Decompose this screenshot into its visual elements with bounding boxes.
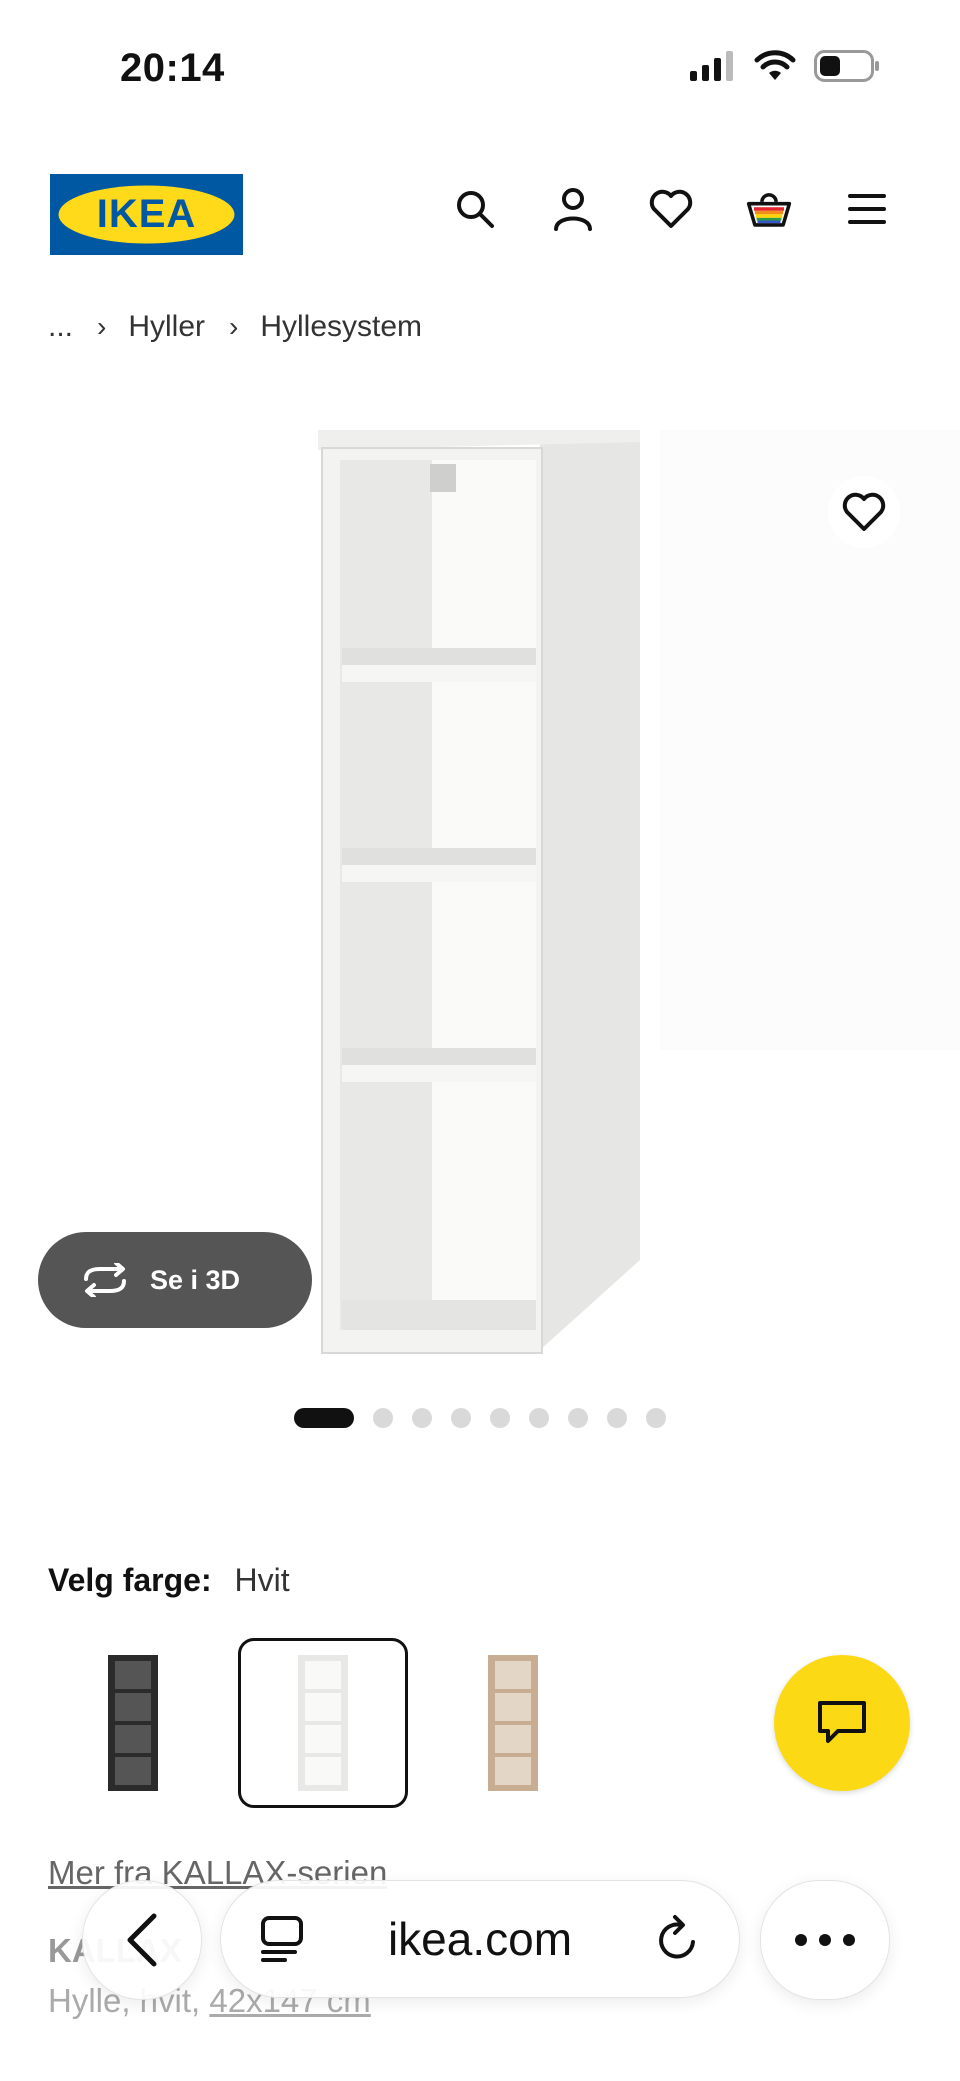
- header-nav: [452, 186, 890, 232]
- swatch-white[interactable]: [238, 1638, 408, 1808]
- pagination-dot-active[interactable]: [294, 1408, 354, 1428]
- add-to-favourites-button[interactable]: [828, 476, 900, 548]
- gallery-pagination: [294, 1408, 666, 1428]
- heart-icon[interactable]: [648, 186, 694, 232]
- chat-bubble-icon: [818, 1701, 866, 1743]
- swatch-white-stained-oak[interactable]: [428, 1638, 598, 1808]
- cellular-signal-icon: [690, 51, 733, 81]
- product-image: [318, 430, 960, 1354]
- back-button[interactable]: [82, 1880, 202, 2000]
- chevron-right-icon: ›: [97, 311, 107, 342]
- breadcrumb-ellipsis[interactable]: ...: [48, 310, 73, 344]
- product-image-gallery[interactable]: [0, 420, 960, 1370]
- tabs-overview-icon[interactable]: [259, 1914, 305, 1964]
- pagination-dot[interactable]: [451, 1408, 471, 1428]
- color-chooser-label: Velg farge: Hvit: [48, 1562, 290, 1599]
- pagination-dot[interactable]: [607, 1408, 627, 1428]
- rotate-3d-icon: [84, 1263, 126, 1297]
- logo-text: IKEA: [97, 192, 197, 236]
- color-label: Velg farge:: [48, 1562, 212, 1598]
- basket-icon[interactable]: [746, 186, 792, 232]
- ellipsis-icon: [795, 1934, 855, 1946]
- search-icon[interactable]: [452, 186, 498, 232]
- browser-toolbar: ikea.com: [0, 1870, 960, 2010]
- reload-icon[interactable]: [655, 1914, 701, 1964]
- status-icons: [688, 50, 880, 82]
- breadcrumb-hyllesystem[interactable]: Hyllesystem: [260, 310, 422, 344]
- address-bar[interactable]: ikea.com: [220, 1880, 740, 1998]
- battery-icon: [814, 50, 879, 82]
- chevron-right-icon: ›: [229, 311, 239, 342]
- url-text[interactable]: ikea.com: [388, 1912, 572, 1966]
- pagination-dot[interactable]: [646, 1408, 666, 1428]
- pagination-dot[interactable]: [412, 1408, 432, 1428]
- see-in-3d-label: Se i 3D: [150, 1264, 241, 1295]
- selected-color: Hvit: [234, 1562, 290, 1598]
- breadcrumb-hyller[interactable]: Hyller: [128, 310, 205, 344]
- chat-button[interactable]: [774, 1655, 910, 1791]
- user-icon[interactable]: [550, 186, 596, 232]
- see-in-3d-button[interactable]: Se i 3D: [38, 1232, 312, 1328]
- breadcrumb: ... › Hyller › Hyllesystem: [48, 310, 422, 344]
- status-time: 20:14: [120, 46, 225, 90]
- ikea-logo[interactable]: IKEA: [50, 174, 243, 255]
- wifi-icon: [754, 50, 796, 80]
- color-swatches: [48, 1638, 618, 1808]
- pagination-dot[interactable]: [529, 1408, 549, 1428]
- pagination-dot[interactable]: [568, 1408, 588, 1428]
- pagination-dot[interactable]: [490, 1408, 510, 1428]
- swatch-black-brown[interactable]: [48, 1638, 218, 1808]
- menu-icon[interactable]: [844, 186, 890, 232]
- pagination-dot[interactable]: [373, 1408, 393, 1428]
- heart-icon: [842, 492, 886, 531]
- more-options-button[interactable]: [760, 1880, 890, 2000]
- chevron-left-icon: [127, 1913, 157, 1967]
